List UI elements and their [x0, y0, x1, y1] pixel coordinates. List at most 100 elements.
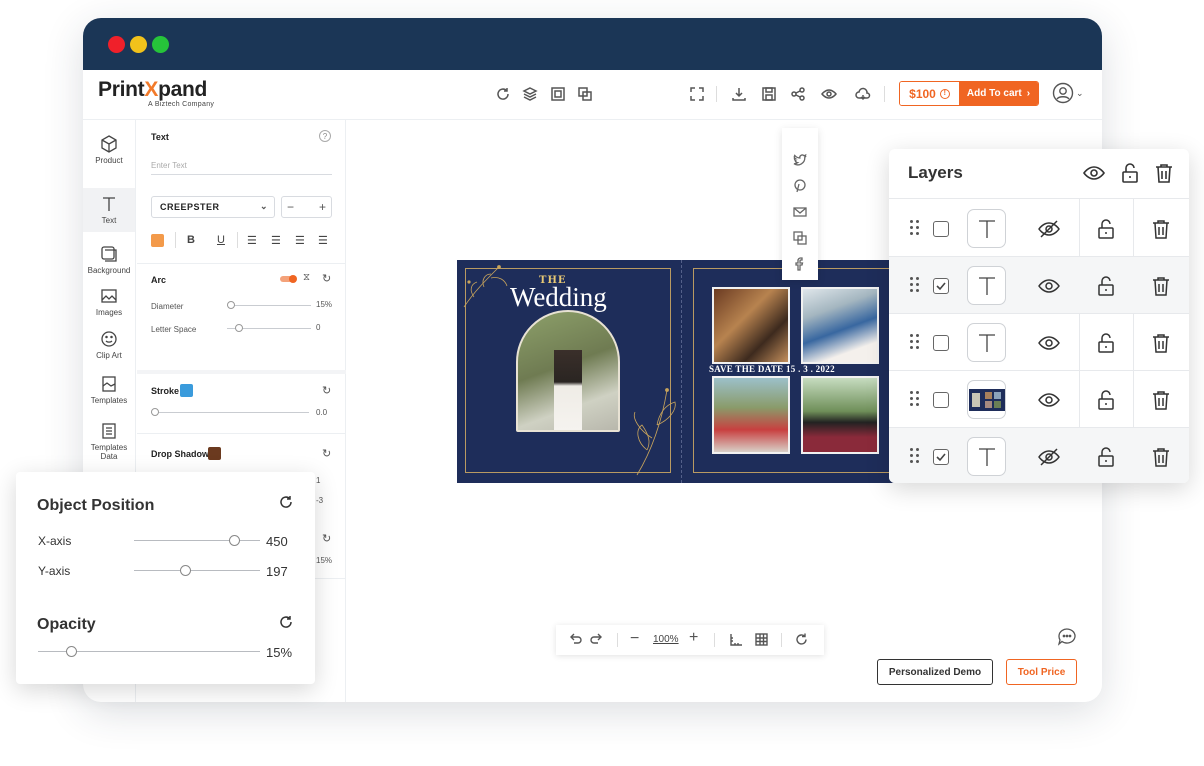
- minimize-window-button[interactable]: [130, 36, 147, 53]
- couple-photo-arch[interactable]: [516, 310, 620, 432]
- diameter-slider[interactable]: [227, 301, 311, 309]
- redo-icon[interactable]: [589, 632, 604, 650]
- drag-handle-icon[interactable]: [910, 448, 920, 464]
- trash-icon[interactable]: [1150, 218, 1172, 245]
- tool-templates-data[interactable]: Templates Data: [83, 416, 135, 466]
- slider-handle[interactable]: [66, 646, 77, 657]
- brand-logo[interactable]: PrintXpand A Biztech Company: [98, 78, 214, 108]
- help-icon[interactable]: ?: [319, 130, 331, 142]
- eye-icon[interactable]: [1038, 332, 1060, 359]
- eye-icon[interactable]: [1038, 275, 1060, 302]
- slider-handle[interactable]: [180, 565, 191, 576]
- font-select[interactable]: CREEPSTER ⌄: [151, 196, 275, 218]
- fullscreen-icon[interactable]: [688, 85, 706, 103]
- arc-toggle[interactable]: [280, 275, 297, 283]
- close-window-button[interactable]: [108, 36, 125, 53]
- personalized-demo-button[interactable]: Personalized Demo: [877, 659, 993, 685]
- add-to-cart-button[interactable]: Add To cart ›: [959, 82, 1038, 105]
- email-icon[interactable]: [792, 204, 808, 220]
- layer-checkbox[interactable]: [933, 392, 949, 408]
- reset-view-icon[interactable]: [794, 632, 809, 650]
- tool-clip-art[interactable]: Clip Art: [83, 323, 135, 367]
- copy-icon[interactable]: [792, 230, 808, 246]
- tool-text[interactable]: Text: [83, 188, 135, 232]
- trash-icon[interactable]: [1150, 332, 1172, 359]
- photo-4[interactable]: [801, 376, 879, 454]
- reset-arc-icon[interactable]: ↻: [322, 272, 331, 285]
- eye-off-icon[interactable]: [1038, 446, 1060, 473]
- unlock-icon[interactable]: [1095, 275, 1117, 302]
- trash-icon[interactable]: [1153, 162, 1175, 189]
- drag-handle-icon[interactable]: [910, 391, 920, 407]
- wedding-card-design[interactable]: THE Wedding SAVE THE DATE 15 . 3 . 2022: [457, 260, 895, 483]
- ruler-icon[interactable]: [728, 632, 743, 650]
- zoom-out-button[interactable]: −: [630, 630, 639, 648]
- duplicate-icon[interactable]: [576, 85, 594, 103]
- layer-checkbox[interactable]: [933, 221, 949, 237]
- layer-row[interactable]: [889, 257, 1189, 314]
- tool-price-button[interactable]: Tool Price: [1006, 659, 1077, 685]
- zoom-level[interactable]: 100%: [653, 634, 679, 645]
- layer-checkbox[interactable]: [933, 335, 949, 351]
- flip-arc-icon[interactable]: ⧖: [303, 272, 310, 283]
- drag-handle-icon[interactable]: [910, 277, 920, 293]
- tool-background[interactable]: Background: [83, 238, 135, 282]
- align-justify-icon[interactable]: ☰: [318, 234, 328, 247]
- trash-icon[interactable]: [1150, 389, 1172, 416]
- drag-handle-icon[interactable]: [910, 334, 920, 350]
- facebook-icon[interactable]: [792, 256, 808, 272]
- underline-button[interactable]: U: [217, 234, 225, 246]
- user-menu[interactable]: ⌄: [1052, 82, 1084, 104]
- layers-icon[interactable]: [521, 85, 539, 103]
- trash-icon[interactable]: [1150, 446, 1172, 473]
- download-icon[interactable]: [730, 85, 748, 103]
- stroke-color-swatch[interactable]: [180, 384, 193, 397]
- opacity-slider[interactable]: [38, 646, 260, 657]
- y-axis-slider[interactable]: [134, 565, 260, 576]
- save-icon[interactable]: [760, 85, 778, 103]
- size-increase-button[interactable]: +: [319, 200, 326, 214]
- layer-row[interactable]: [889, 314, 1189, 371]
- photo-2[interactable]: [801, 287, 879, 364]
- grid-icon[interactable]: [754, 632, 769, 650]
- slider-handle[interactable]: [227, 301, 235, 309]
- reset-shadow-icon[interactable]: ↻: [322, 447, 331, 460]
- trash-icon[interactable]: [1150, 275, 1172, 302]
- zoom-in-button[interactable]: +: [689, 629, 698, 647]
- layer-row[interactable]: [889, 371, 1189, 428]
- font-size-stepper[interactable]: − +: [281, 196, 332, 218]
- layer-checkbox[interactable]: [933, 278, 949, 294]
- twitter-icon[interactable]: [792, 152, 808, 168]
- layer-checkbox[interactable]: [933, 449, 949, 465]
- shadow-color-swatch[interactable]: [208, 447, 221, 460]
- reset-opacity-icon[interactable]: [278, 614, 294, 635]
- cloud-icon[interactable]: [854, 85, 872, 103]
- stroke-slider[interactable]: [151, 408, 309, 416]
- eye-icon[interactable]: [1083, 162, 1105, 189]
- photo-1[interactable]: [712, 287, 790, 364]
- drag-handle-icon[interactable]: [910, 220, 920, 236]
- photo-3[interactable]: [712, 376, 790, 454]
- x-axis-slider[interactable]: [134, 535, 260, 546]
- unlock-icon[interactable]: [1095, 218, 1117, 245]
- tool-templates[interactable]: Templates: [83, 368, 135, 412]
- refresh-icon[interactable]: [494, 85, 512, 103]
- preview-icon[interactable]: [820, 85, 838, 103]
- design-text-title[interactable]: Wedding: [510, 282, 607, 313]
- reset-position-icon[interactable]: [278, 494, 294, 515]
- size-decrease-button[interactable]: −: [287, 200, 294, 214]
- align-right-icon[interactable]: ☰: [295, 234, 305, 247]
- text-color-swatch[interactable]: [151, 234, 164, 247]
- bold-button[interactable]: B: [187, 234, 195, 246]
- slider-handle[interactable]: [151, 408, 159, 416]
- pinterest-icon[interactable]: [792, 178, 808, 194]
- share-icon[interactable]: [789, 85, 807, 103]
- unlock-icon[interactable]: [1095, 446, 1117, 473]
- group-icon[interactable]: [549, 85, 567, 103]
- reset-stroke-icon[interactable]: ↻: [322, 384, 331, 397]
- tool-images[interactable]: Images: [83, 280, 135, 324]
- slider-handle[interactable]: [229, 535, 240, 546]
- slider-handle[interactable]: [235, 324, 243, 332]
- reset-icon[interactable]: ↻: [322, 532, 331, 545]
- align-center-icon[interactable]: ☰: [271, 234, 281, 247]
